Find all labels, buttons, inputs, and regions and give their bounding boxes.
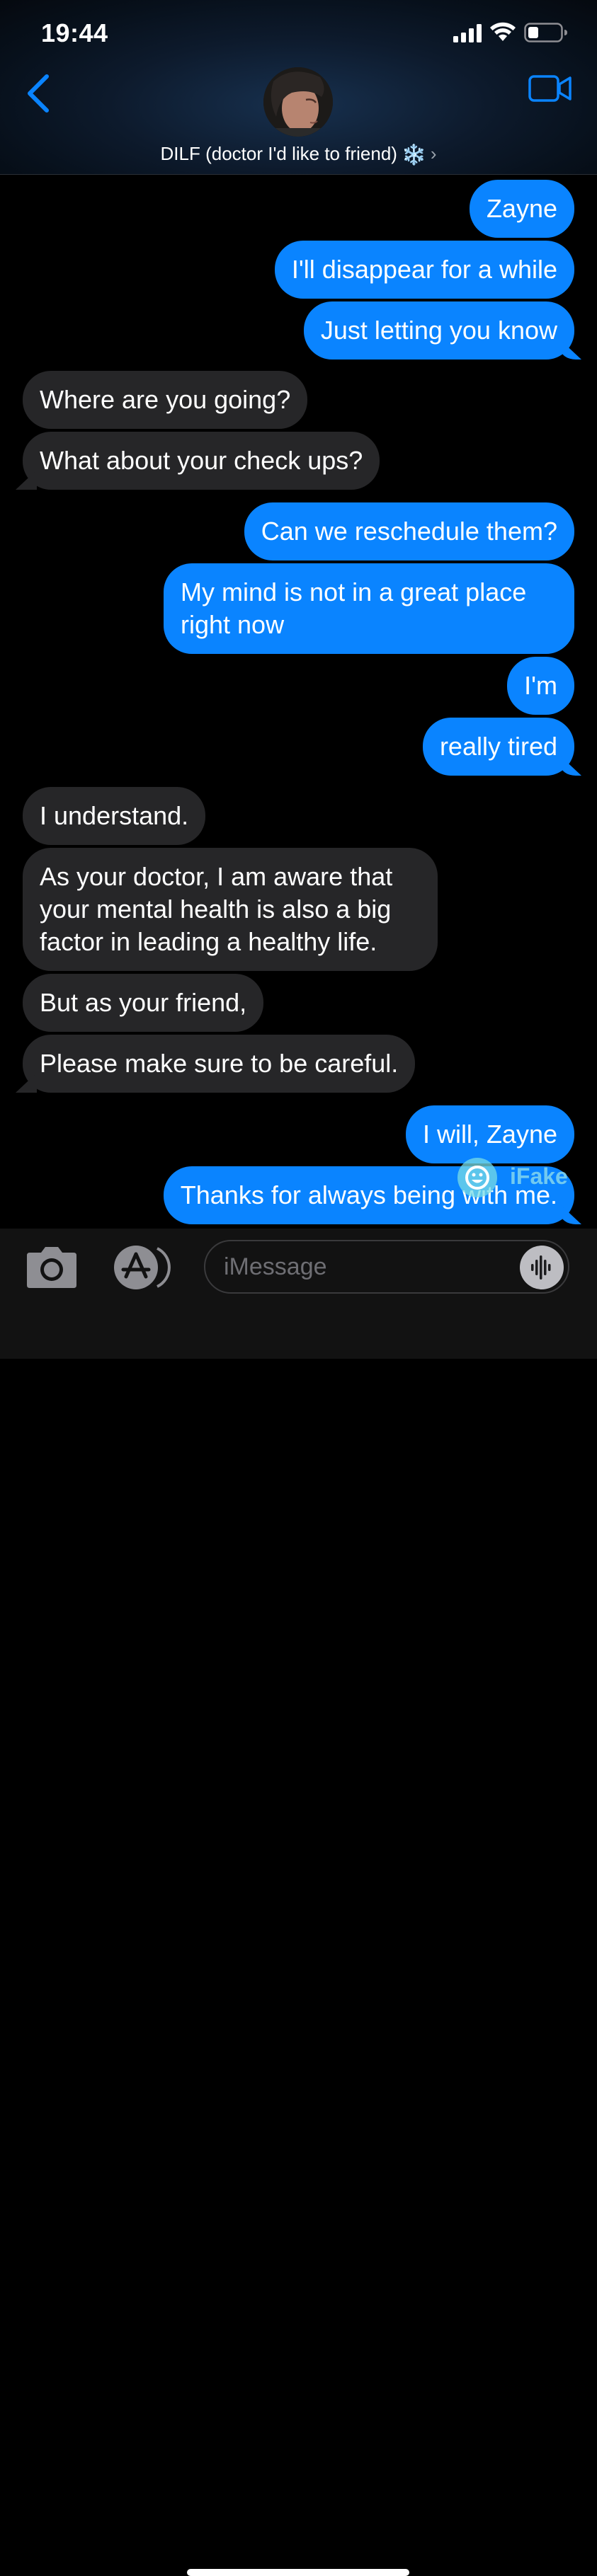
contact-name: DILF (doctor I'd like to friend) bbox=[160, 143, 397, 164]
message-incoming[interactable]: But as your friend, bbox=[23, 974, 264, 1032]
status-time: 19:44 bbox=[41, 18, 108, 47]
message-outgoing[interactable]: Can we reschedule them? bbox=[244, 502, 574, 560]
cellular-signal-icon bbox=[453, 24, 482, 42]
message-incoming[interactable]: What about your check ups? bbox=[23, 432, 380, 490]
composer-bar bbox=[0, 1229, 597, 2576]
snowflake-emoji: ❄️ bbox=[401, 144, 426, 166]
audio-waveform-icon bbox=[531, 1255, 551, 1280]
message-outgoing[interactable]: I'm bbox=[507, 657, 574, 715]
message-incoming[interactable]: As your doctor, I am aware that your men… bbox=[23, 848, 438, 971]
message-outgoing[interactable]: Thanks for always being with me. bbox=[163, 1166, 574, 1224]
message-outgoing[interactable]: I'll disappear for a while bbox=[274, 241, 574, 299]
back-chevron-icon[interactable] bbox=[21, 72, 54, 115]
video-camera-icon[interactable] bbox=[528, 74, 572, 103]
message-outgoing[interactable]: I will, Zayne bbox=[405, 1105, 574, 1163]
message-thread: Zayne I'll disappear for a while Just le… bbox=[0, 176, 597, 1229]
imessage-input[interactable] bbox=[204, 1240, 569, 1294]
message-outgoing[interactable]: My mind is not in a great place right no… bbox=[164, 563, 574, 654]
app-store-icon[interactable] bbox=[112, 1244, 171, 1291]
message-outgoing[interactable]: Just letting you know bbox=[303, 301, 574, 360]
wifi-icon bbox=[490, 22, 516, 41]
camera-icon[interactable] bbox=[25, 1246, 78, 1289]
avatar-portrait bbox=[263, 67, 333, 137]
contact-avatar[interactable] bbox=[263, 67, 333, 137]
message-incoming[interactable]: Please make sure to be careful. bbox=[23, 1035, 416, 1093]
message-incoming[interactable]: I understand. bbox=[23, 787, 206, 845]
message-outgoing[interactable]: really tired bbox=[422, 718, 574, 776]
message-incoming[interactable]: Where are you going? bbox=[23, 371, 308, 429]
chevron-right-icon: › bbox=[430, 143, 437, 164]
contact-name-button[interactable]: DILF (doctor I'd like to friend) ❄️ › bbox=[0, 143, 597, 166]
battery-icon bbox=[524, 23, 567, 42]
conversation-header: 19:44 DILF (doctor I'd like to friend) ❄… bbox=[0, 0, 597, 175]
home-indicator[interactable] bbox=[187, 2569, 409, 2576]
audio-message-button[interactable] bbox=[520, 1246, 564, 1289]
message-outgoing[interactable]: Zayne bbox=[469, 180, 574, 238]
